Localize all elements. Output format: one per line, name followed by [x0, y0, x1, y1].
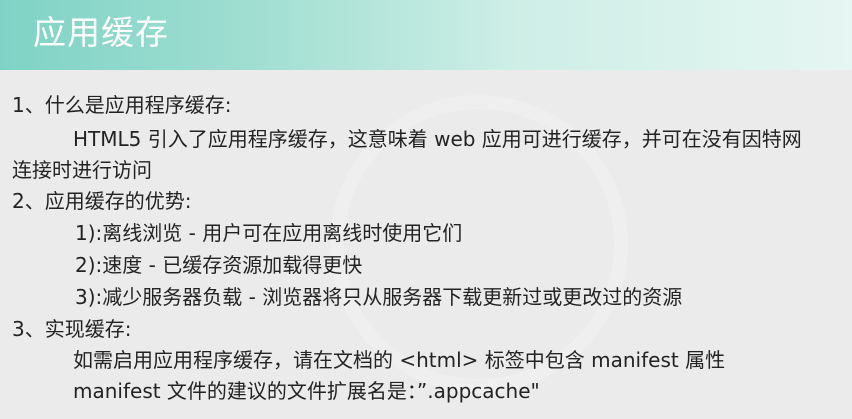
section-3-heading: 3、实现缓存:: [12, 317, 132, 341]
section-1-heading: 1、什么是应用程序缓存:: [12, 93, 232, 117]
section-2-item-1: 1):离线浏览 - 用户可在应用离线时使用它们: [75, 221, 463, 245]
section-1-body-line-2: 连接时进行访问: [12, 158, 152, 182]
section-3-body-line-1: 如需启用应用程序缓存，请在文档的 <html> 标签中包含 manifest 属…: [73, 348, 726, 372]
section-2-item-3: 3):减少服务器负载 - 浏览器将只从服务器下载更新过或更改过的资源: [75, 285, 683, 309]
slide-content: 1、什么是应用程序缓存: HTML5 引入了应用程序缓存，这意味着 web 应用…: [0, 0, 852, 419]
section-3-body-line-2: manifest 文件的建议的文件扩展名是：”.appcache": [73, 379, 540, 403]
section-2-item-2: 2):速度 - 已缓存资源加载得更快: [75, 253, 363, 277]
section-1-body-line-1: HTML5 引入了应用程序缓存，这意味着 web 应用可进行缓存，并可在没有因特…: [73, 127, 802, 151]
section-2-heading: 2、应用缓存的优势:: [12, 189, 192, 213]
slide: 应用缓存 1、什么是应用程序缓存: HTML5 引入了应用程序缓存，这意味着 w…: [0, 0, 852, 419]
